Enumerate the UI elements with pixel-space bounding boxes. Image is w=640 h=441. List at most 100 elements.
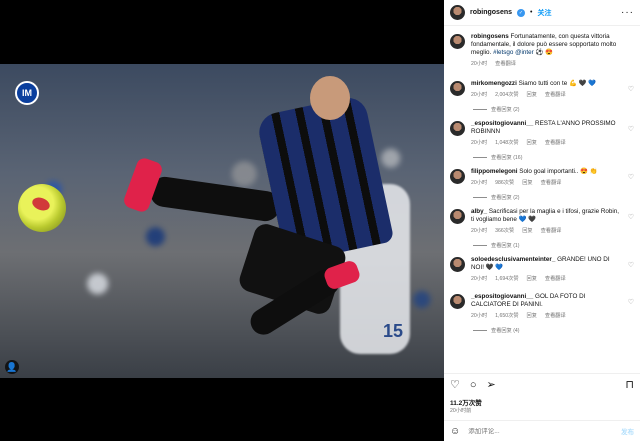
inter-logo-icon: IM — [15, 81, 39, 105]
comment-text: Solo goal importanti.. 😍 👏 — [519, 168, 598, 175]
like-heart-icon[interactable]: ♡ — [450, 378, 460, 391]
caption: robingosens Fortunatamente, con questa v… — [444, 30, 640, 71]
comment-time: 20小时 — [471, 228, 488, 234]
comment-time: 20小时 — [471, 180, 488, 186]
translate-link[interactable]: 查看翻译 — [541, 179, 562, 187]
view-replies-label[interactable]: 查看回复 (16) — [491, 154, 522, 161]
view-replies-button[interactable]: 查看回复 (2) — [444, 102, 640, 117]
comment-item: soloedesclusivamenteinter_ GRANDE! UNO D… — [444, 253, 640, 286]
view-replies-label[interactable]: 查看回复 (2) — [491, 194, 520, 201]
comment-time: 20小时 — [471, 313, 488, 319]
replies-line — [473, 109, 487, 110]
view-replies-button[interactable]: 查看回复 (16) — [444, 150, 640, 165]
share-send-icon[interactable]: ➢ — [487, 378, 496, 391]
comment-text: Sacrificasi per la maglia e i tifosi, gr… — [471, 208, 620, 223]
post-photo[interactable]: 15 — [0, 64, 444, 378]
post-header: robingosens ✓ • 关注 ··· — [444, 0, 640, 26]
like-comment-icon[interactable]: ♡ — [628, 298, 634, 306]
like-comment-icon[interactable]: ♡ — [628, 213, 634, 221]
comment-item: mirkomengozzi Siamo tutti con te 💪 🖤 💙 2… — [444, 77, 640, 102]
view-replies-button[interactable]: 查看回复 (1) — [444, 238, 640, 253]
background-player-number: 15 — [383, 321, 404, 341]
reply-button[interactable]: 回复 — [527, 139, 537, 147]
reply-button[interactable]: 回复 — [527, 91, 537, 99]
avatar[interactable] — [450, 81, 465, 96]
comment-likes[interactable]: 1,048次赞 — [495, 139, 518, 147]
follow-button[interactable]: 关注 — [537, 8, 551, 18]
comment-username[interactable]: soloedesclusivamenteinter_ — [471, 256, 555, 263]
emoji-icon[interactable]: ☺ — [450, 426, 460, 437]
replies-line — [473, 245, 487, 246]
comment-item: alby_ Sacrificasi per la maglia e i tifo… — [444, 205, 640, 238]
comment-username[interactable]: filippomelegoni — [471, 168, 518, 175]
avatar[interactable] — [450, 257, 465, 272]
comment-composer: ☺ 发布 — [444, 420, 640, 441]
avatar[interactable] — [450, 209, 465, 224]
like-comment-icon[interactable]: ♡ — [628, 85, 634, 93]
verified-icon: ✓ — [517, 8, 526, 17]
avatar[interactable] — [450, 34, 465, 49]
replies-line — [473, 157, 487, 158]
comment-item: _espositogiovanni__ GOL DA FOTO DI CALCI… — [444, 290, 640, 323]
separator-dot: • — [530, 9, 533, 16]
reply-button[interactable]: 回复 — [522, 179, 532, 187]
view-replies-label[interactable]: 查看回复 (4) — [491, 327, 520, 334]
avatar[interactable] — [450, 169, 465, 184]
player-head — [310, 76, 350, 120]
comment-time: 20小时 — [471, 276, 488, 282]
caption-tags[interactable]: #letsgo @inter ⚽ 😍 — [493, 49, 553, 56]
comment-text: Siamo tutti con te 💪 🖤 💙 — [518, 80, 597, 87]
comment-likes[interactable]: 1,694次赞 — [495, 275, 518, 283]
likes-count[interactable]: 11.2万次赞 — [450, 397, 482, 407]
avatar[interactable] — [450, 5, 465, 20]
comment-bubble-icon[interactable]: ○ — [470, 379, 477, 391]
view-replies-label[interactable]: 查看回复 (2) — [491, 106, 520, 113]
football — [18, 184, 66, 232]
avatar[interactable] — [450, 121, 465, 136]
post-comment-button[interactable]: 发布 — [621, 426, 634, 436]
comment-likes[interactable]: 366次赞 — [495, 227, 514, 235]
instagram-post-view: 15 IM 👤 robingosens ✓ • 关注 ··· robingose… — [0, 0, 640, 441]
translate-link[interactable]: 查看翻译 — [541, 227, 562, 235]
avatar[interactable] — [450, 294, 465, 309]
post-timestamp: 20小时前 — [450, 408, 472, 414]
translate-link[interactable]: 查看翻译 — [545, 312, 566, 320]
user-tag-icon[interactable]: 👤 — [5, 360, 19, 374]
comment-username[interactable]: _espositogiovanni__ — [471, 293, 533, 300]
reply-button[interactable]: 回复 — [527, 275, 537, 283]
caption-username[interactable]: robingosens — [471, 33, 509, 40]
comment-time: 20小时 — [471, 140, 488, 146]
comment-username[interactable]: alby_ — [471, 208, 487, 215]
more-options-icon[interactable]: ··· — [621, 7, 634, 18]
comment-username[interactable]: mirkomengozzi — [471, 80, 517, 87]
comment-likes[interactable]: 986次赞 — [495, 179, 514, 187]
comment-time: 20小时 — [471, 92, 488, 98]
caption-translate-link[interactable]: 查看翻译 — [495, 60, 516, 68]
post-media: 15 IM 👤 — [0, 0, 444, 441]
author-username[interactable]: robingosens — [470, 9, 512, 16]
post-actions: ♡ ○ ➢ ⊓ — [444, 373, 640, 395]
post-sidebar: robingosens ✓ • 关注 ··· robingosens Fortu… — [444, 0, 640, 441]
replies-line — [473, 197, 487, 198]
save-bookmark-icon[interactable]: ⊓ — [625, 378, 634, 391]
translate-link[interactable]: 查看翻译 — [545, 91, 566, 99]
replies-line — [473, 330, 487, 331]
comments-list[interactable]: robingosens Fortunatamente, con questa v… — [444, 30, 640, 370]
translate-link[interactable]: 查看翻译 — [545, 139, 566, 147]
comment-input[interactable] — [468, 427, 613, 435]
comment-username[interactable]: _espositogiovanni__ — [471, 120, 533, 127]
caption-time: 20小时 — [471, 61, 488, 67]
like-comment-icon[interactable]: ♡ — [628, 261, 634, 269]
reply-button[interactable]: 回复 — [527, 312, 537, 320]
reply-button[interactable]: 回复 — [522, 227, 532, 235]
like-comment-icon[interactable]: ♡ — [628, 125, 634, 133]
comment-item: filippomelegoni Solo goal importanti.. 😍… — [444, 165, 640, 190]
comment-likes[interactable]: 2,004次赞 — [495, 91, 518, 99]
view-replies-button[interactable]: 查看回复 (2) — [444, 190, 640, 205]
comment-item: _espositogiovanni__ RESTA L'ANNO PROSSIM… — [444, 117, 640, 150]
translate-link[interactable]: 查看翻译 — [545, 275, 566, 283]
view-replies-label[interactable]: 查看回复 (1) — [491, 242, 520, 249]
like-comment-icon[interactable]: ♡ — [628, 173, 634, 181]
comment-likes[interactable]: 1,650次赞 — [495, 312, 518, 320]
view-replies-button[interactable]: 查看回复 (4) — [444, 323, 640, 338]
